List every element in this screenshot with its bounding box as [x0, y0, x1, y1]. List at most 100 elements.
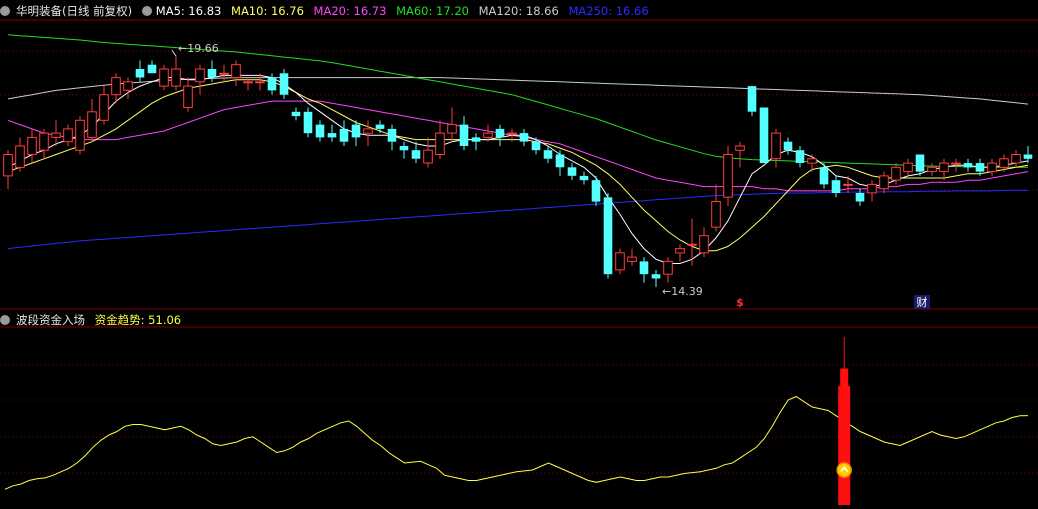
candle-down — [471, 137, 481, 142]
candle-down — [351, 124, 361, 138]
chart-grid — [0, 19, 1038, 474]
candle-up — [15, 145, 25, 168]
candle-up — [927, 166, 937, 173]
candle-down — [279, 73, 289, 95]
candle-up — [171, 68, 181, 87]
candle-up — [423, 149, 433, 164]
indicator-panel[interactable] — [4, 337, 1029, 505]
candle-up — [999, 158, 1009, 168]
candle-up — [687, 243, 697, 246]
candle-up — [231, 64, 241, 78]
candle-down — [207, 69, 217, 78]
candle-down — [831, 180, 841, 193]
candle-up — [219, 72, 229, 75]
candle-up — [99, 94, 109, 121]
candle-up — [675, 248, 685, 254]
candle-down — [567, 167, 577, 176]
candle-up — [987, 162, 997, 173]
candle-up — [159, 68, 169, 87]
candle-down — [747, 86, 757, 112]
candle-down — [387, 128, 397, 142]
candle-down — [147, 64, 157, 74]
candle-up — [1011, 154, 1021, 164]
candle-down — [795, 150, 805, 163]
candle-up — [843, 183, 853, 186]
candle-up — [183, 85, 193, 108]
candle-down — [375, 124, 385, 129]
candle-up — [807, 158, 817, 164]
candle-up — [699, 235, 709, 254]
candle-down — [267, 77, 277, 91]
candle-up — [711, 201, 721, 228]
candle-down — [135, 69, 145, 78]
fund-trend-line — [4, 395, 1029, 490]
candle-up — [3, 154, 13, 177]
candle-down — [603, 197, 613, 275]
candle-up — [867, 183, 877, 194]
candle-up — [951, 162, 961, 165]
candle-up — [615, 252, 625, 271]
candle-up — [75, 119, 85, 151]
candle-up — [447, 124, 457, 134]
candle-down — [579, 175, 589, 181]
candle-up — [363, 128, 373, 134]
candle-up — [243, 81, 253, 84]
candle-down — [651, 274, 661, 279]
candle-up — [39, 132, 49, 151]
candle-up — [627, 256, 637, 262]
candle-up — [255, 81, 265, 84]
candle-down — [303, 111, 313, 134]
candle-down — [1023, 154, 1033, 159]
candle-up — [891, 166, 901, 181]
stock-chart-canvas[interactable]: ←19.66 ←14.39 $ 财 — [0, 0, 1038, 509]
candle-up — [723, 154, 733, 198]
candle-down — [543, 150, 553, 159]
candle-up — [195, 68, 205, 83]
candle-down — [759, 107, 769, 164]
finance-marker: 财 — [917, 295, 928, 309]
candle-down — [459, 124, 469, 146]
candle-up — [483, 132, 493, 138]
candle-down — [591, 180, 601, 202]
candle-down — [291, 111, 301, 117]
candle-up — [123, 81, 133, 91]
candle-down — [519, 133, 529, 142]
candle-up — [435, 132, 445, 156]
candle-up — [63, 128, 73, 143]
candle-up — [507, 132, 517, 135]
candle-down — [531, 141, 541, 151]
candle-up — [51, 132, 61, 138]
ma250-line — [7, 189, 1028, 250]
candle-down — [639, 261, 649, 275]
candle-down — [819, 167, 829, 185]
ma60-line — [7, 34, 1028, 168]
ma20-line — [7, 100, 1029, 192]
signal-bar-wide — [838, 386, 851, 505]
candle-down — [855, 193, 865, 202]
candle-down — [915, 154, 925, 172]
candle-down — [555, 154, 565, 168]
candle-down — [315, 124, 325, 138]
candle-up — [663, 260, 673, 275]
candle-up — [27, 136, 37, 155]
candle-up — [771, 132, 781, 160]
candle-down — [783, 141, 793, 151]
candle-up — [879, 175, 889, 190]
candle-down — [495, 128, 505, 138]
candle-down — [399, 146, 409, 151]
candlestick-panel[interactable]: ←19.66 ←14.39 $ 财 — [3, 34, 1033, 309]
buy-signal-icon — [836, 462, 852, 478]
candle-down — [327, 133, 337, 138]
high-price-label: ←19.66 — [178, 42, 219, 55]
candle-down — [963, 163, 973, 168]
candle-down — [411, 150, 421, 159]
low-price-label: ←14.39 — [662, 285, 703, 298]
candle-up — [903, 162, 913, 173]
ma10-line — [7, 79, 1029, 252]
candle-down — [975, 163, 985, 172]
candle-up — [87, 111, 97, 138]
high-pointer — [171, 49, 177, 57]
candle-down — [339, 128, 349, 142]
candle-up — [111, 77, 121, 96]
candle-up — [939, 162, 949, 173]
